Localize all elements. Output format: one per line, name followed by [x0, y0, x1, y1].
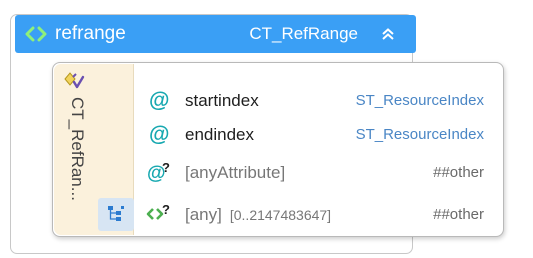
any-attribute-label: [anyAttribute]	[185, 163, 286, 182]
tree-view-button[interactable]	[98, 198, 134, 231]
occurrence-range: [0..2147483647]	[229, 207, 332, 223]
attribute-icon: @	[149, 123, 169, 146]
tree-icon	[108, 206, 124, 221]
svg-text:?: ?	[162, 202, 170, 217]
attribute-name: startindex	[185, 91, 259, 110]
svg-text:?: ?	[162, 160, 170, 175]
svg-text:@: @	[149, 89, 169, 112]
collapse-icon[interactable]	[380, 26, 396, 42]
element-name: refrange	[55, 23, 126, 44]
attribute-name: endindex	[185, 125, 255, 144]
any-attribute-row[interactable]: @ ? [anyAttribute] ##other	[138, 154, 502, 191]
any-attribute-icon: @ ?	[147, 160, 170, 184]
any-element-name: [any]	[185, 205, 222, 224]
attribute-type[interactable]: ST_ResourceIndex	[356, 92, 484, 109]
any-element-label: [any] [0..2147483647]	[185, 205, 331, 225]
complex-type-icon	[64, 72, 85, 89]
complex-type-label[interactable]: CT_RefRan...	[66, 97, 88, 229]
attribute-row-startindex[interactable]: @ startindex ST_ResourceIndex	[138, 82, 502, 119]
any-element-row[interactable]: ? [any] [0..2147483647] ##other	[138, 196, 502, 233]
namespace-label: ##other	[433, 164, 484, 181]
element-icon	[25, 26, 47, 42]
attribute-icon: @	[149, 89, 169, 112]
attribute-type[interactable]: ST_ResourceIndex	[356, 126, 484, 143]
namespace-label: ##other	[433, 206, 484, 223]
element-type[interactable]: CT_RefRange	[249, 24, 358, 44]
svg-text:@: @	[149, 123, 169, 146]
any-element-icon: ?	[146, 202, 170, 220]
attribute-row-endindex[interactable]: @ endindex ST_ResourceIndex	[138, 116, 502, 153]
element-header[interactable]: refrange CT_RefRange	[15, 15, 416, 53]
